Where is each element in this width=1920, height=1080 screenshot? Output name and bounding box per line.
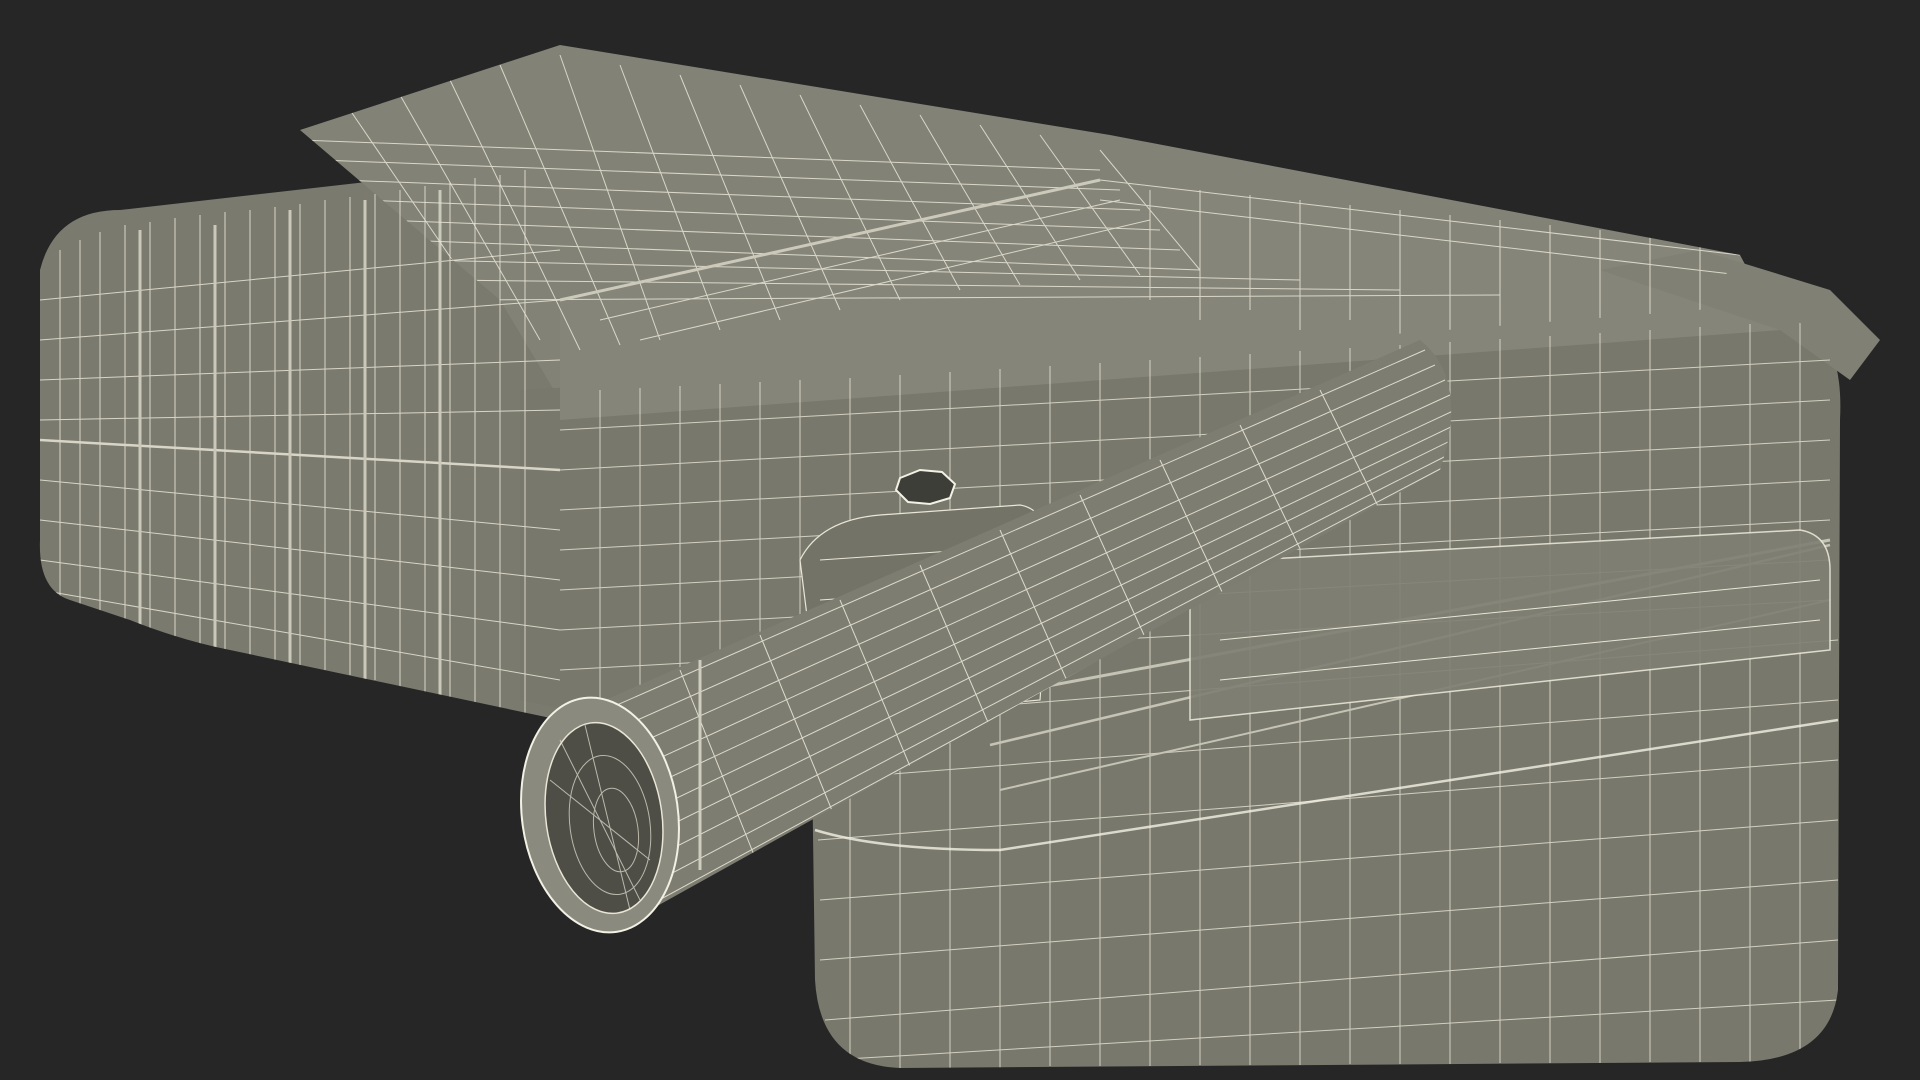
render-viewport xyxy=(0,0,1920,1080)
wireframe-fuel-canister-icon xyxy=(39,45,1880,1068)
vent-hole-icon xyxy=(894,468,957,506)
